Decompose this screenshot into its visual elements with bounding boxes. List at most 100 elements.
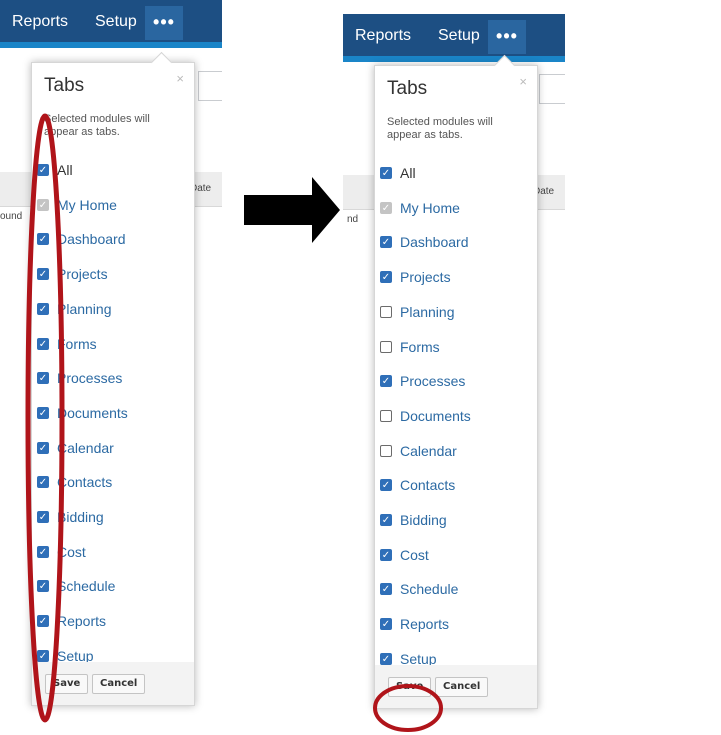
tab-option-processes[interactable]: ✓ Processes bbox=[37, 367, 122, 389]
checkbox[interactable]: ✓ bbox=[37, 302, 49, 315]
tab-option-label: Dashboard bbox=[57, 231, 126, 248]
tab-option-planning[interactable]: ✓ Planning bbox=[380, 301, 455, 323]
tab-option-schedule[interactable]: ✓ Schedule bbox=[380, 578, 458, 600]
tab-option-projects[interactable]: ✓ Projects bbox=[37, 263, 108, 285]
background-row-text: ound bbox=[0, 211, 23, 222]
checkbox[interactable]: ✓ bbox=[380, 167, 392, 179]
checkbox[interactable]: ✓ bbox=[380, 583, 392, 596]
checkbox[interactable]: ✓ bbox=[37, 372, 49, 385]
nav-reports[interactable]: Reports bbox=[355, 27, 411, 45]
tab-option-label: Projects bbox=[57, 266, 108, 283]
checkbox[interactable]: ✓ bbox=[380, 444, 392, 457]
tab-option-label: Processes bbox=[57, 370, 123, 387]
background-row-text: nd bbox=[347, 214, 359, 225]
tab-option-label: Planning bbox=[400, 303, 455, 320]
close-icon[interactable]: × bbox=[519, 74, 527, 89]
checkbox[interactable]: ✓ bbox=[380, 271, 392, 284]
nav-setup[interactable]: Setup bbox=[438, 27, 480, 45]
checkbox[interactable]: ✓ bbox=[380, 409, 392, 422]
checkbox[interactable]: ✓ bbox=[380, 514, 392, 526]
nav-setup[interactable]: Setup bbox=[95, 13, 137, 31]
checkbox[interactable]: ✓ bbox=[380, 340, 392, 353]
tab-option-label: Calendar bbox=[57, 439, 114, 456]
tab-option-schedule[interactable]: ✓ Schedule bbox=[37, 575, 115, 597]
dropdown-caret bbox=[150, 51, 173, 74]
checkbox[interactable]: ✓ bbox=[380, 618, 392, 631]
background-search-input[interactable] bbox=[539, 74, 565, 104]
tab-option-cost[interactable]: ✓ Cost bbox=[37, 541, 86, 563]
tabs-dropdown: Tabs × Selected modules will appear as t… bbox=[374, 54, 538, 709]
top-navbar: Reports Setup ••• bbox=[0, 0, 222, 48]
tab-option-label: My Home bbox=[400, 199, 460, 216]
tab-option-label: Cost bbox=[57, 543, 86, 560]
tab-option-projects[interactable]: ✓ Projects bbox=[380, 266, 451, 288]
tabs-description: Selected modules will appear as tabs. bbox=[44, 113, 150, 138]
checkbox[interactable]: ✓ bbox=[37, 649, 49, 662]
tab-option-label: Bidding bbox=[57, 509, 104, 525]
cancel-button[interactable]: Cancel bbox=[92, 674, 146, 694]
checkbox[interactable]: ✓ bbox=[37, 580, 49, 593]
tab-option-documents[interactable]: ✓ Documents bbox=[37, 402, 128, 424]
tab-option-label: Forms bbox=[57, 335, 97, 352]
checkbox[interactable]: ✓ bbox=[37, 476, 49, 489]
checkbox[interactable]: ✓ bbox=[380, 548, 392, 561]
tab-option-all[interactable]: ✓ All bbox=[37, 159, 73, 181]
checkbox[interactable]: ✓ bbox=[37, 545, 49, 558]
save-button[interactable]: Save bbox=[388, 677, 432, 697]
checkbox[interactable]: ✓ bbox=[37, 164, 49, 176]
more-menu-button[interactable]: ••• bbox=[145, 6, 183, 40]
nav-reports[interactable]: Reports bbox=[12, 13, 68, 31]
checkbox: ✓ bbox=[380, 201, 392, 214]
tabs-description: Selected modules will appear as tabs. bbox=[387, 116, 493, 141]
close-icon[interactable]: × bbox=[176, 71, 184, 86]
tab-option-contacts[interactable]: ✓ Contacts bbox=[37, 471, 112, 493]
checkbox[interactable]: ✓ bbox=[380, 236, 392, 249]
tab-option-label: Reports bbox=[400, 616, 450, 633]
more-menu-button[interactable]: ••• bbox=[488, 20, 526, 54]
right-screenshot: Reports Setup ••• Date nd Tabs × Selecte… bbox=[343, 0, 565, 735]
cancel-button[interactable]: Cancel bbox=[435, 677, 489, 697]
tab-option-forms[interactable]: ✓ Forms bbox=[37, 333, 97, 355]
checkbox[interactable]: ✓ bbox=[380, 305, 392, 318]
tabs-title: Tabs bbox=[44, 75, 85, 96]
checkbox[interactable]: ✓ bbox=[380, 375, 392, 388]
tab-option-label: Reports bbox=[57, 613, 107, 630]
tab-option-dashboard[interactable]: ✓ Dashboard bbox=[380, 231, 469, 253]
tab-option-my-home[interactable]: ✓ My Home bbox=[37, 194, 117, 216]
tab-option-label: Schedule bbox=[400, 581, 459, 598]
tab-option-label: Projects bbox=[400, 269, 451, 286]
tab-option-label: All bbox=[400, 165, 416, 181]
checkbox[interactable]: ✓ bbox=[380, 652, 392, 665]
tab-option-cost[interactable]: ✓ Cost bbox=[380, 544, 429, 566]
tab-option-forms[interactable]: ✓ Forms bbox=[380, 336, 440, 358]
tab-option-label: Contacts bbox=[57, 474, 113, 491]
tab-option-label: Calendar bbox=[400, 442, 457, 459]
tab-option-my-home[interactable]: ✓ My Home bbox=[380, 197, 460, 219]
tab-option-dashboard[interactable]: ✓ Dashboard bbox=[37, 228, 126, 250]
tab-option-calendar[interactable]: ✓ Calendar bbox=[37, 437, 114, 459]
checkbox[interactable]: ✓ bbox=[380, 479, 392, 492]
tab-option-all[interactable]: ✓ All bbox=[380, 162, 416, 184]
tab-option-calendar[interactable]: ✓ Calendar bbox=[380, 440, 457, 462]
checkbox[interactable]: ✓ bbox=[37, 406, 49, 419]
save-button[interactable]: Save bbox=[45, 674, 89, 694]
checkbox[interactable]: ✓ bbox=[37, 511, 49, 523]
checkbox[interactable]: ✓ bbox=[37, 233, 49, 246]
tab-option-bidding[interactable]: ✓ Bidding bbox=[380, 509, 447, 531]
tab-option-contacts[interactable]: ✓ Contacts bbox=[380, 474, 455, 496]
tab-option-label: All bbox=[57, 162, 73, 178]
tab-option-bidding[interactable]: ✓ Bidding bbox=[37, 506, 104, 528]
tab-option-processes[interactable]: ✓ Processes bbox=[380, 370, 465, 392]
tab-option-documents[interactable]: ✓ Documents bbox=[380, 405, 471, 427]
tab-option-label: Dashboard bbox=[400, 234, 469, 251]
tab-option-label: My Home bbox=[57, 196, 117, 213]
tab-option-reports[interactable]: ✓ Reports bbox=[380, 613, 449, 635]
background-search-input[interactable] bbox=[198, 71, 222, 101]
tab-option-reports[interactable]: ✓ Reports bbox=[37, 610, 106, 632]
tab-option-planning[interactable]: ✓ Planning bbox=[37, 298, 112, 320]
checkbox[interactable]: ✓ bbox=[37, 615, 49, 628]
checkbox[interactable]: ✓ bbox=[37, 268, 49, 281]
checkbox[interactable]: ✓ bbox=[37, 337, 49, 350]
checkbox[interactable]: ✓ bbox=[37, 441, 49, 454]
tab-option-label: Contacts bbox=[400, 477, 456, 494]
